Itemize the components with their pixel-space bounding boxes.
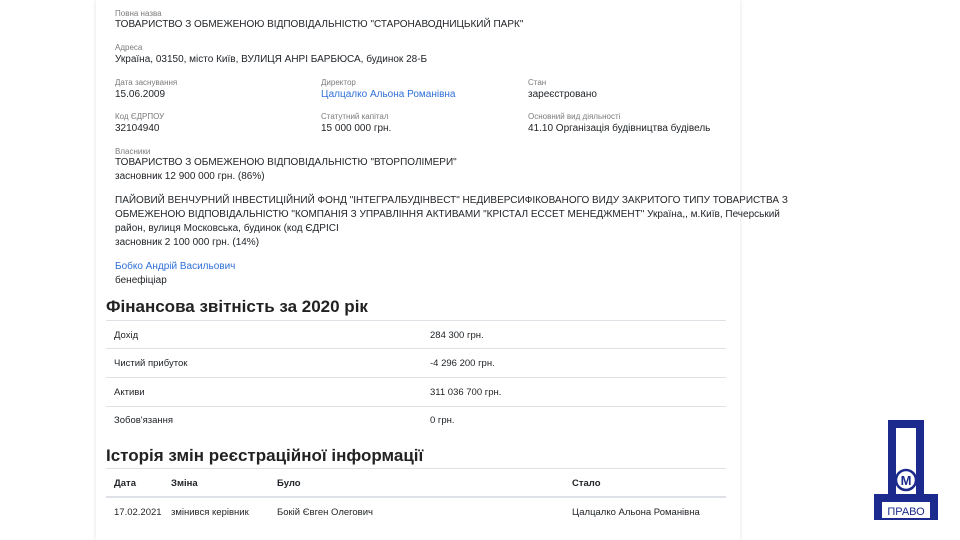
beneficiary-link[interactable]: Бобко Андрій Васильович — [115, 260, 235, 274]
pravo-logo: М ПРАВО — [874, 420, 938, 520]
finance-title: Фінансова звітність за 2020 рік — [106, 297, 368, 316]
edrpou-value: 32104940 — [115, 123, 160, 134]
row-divider — [106, 406, 726, 407]
row-divider — [106, 348, 726, 349]
address-label: Адреса — [115, 43, 143, 52]
history-header-after: Стало — [572, 478, 601, 489]
history-divider — [106, 468, 726, 469]
full-name-value: ТОВАРИСТВО З ОБМЕЖЕНОЮ ВІДПОВІДАЛЬНІСТЮ … — [115, 19, 524, 30]
owners-label: Власники — [115, 147, 151, 156]
history-row-after-link[interactable]: Цалцалко Альона Романівна — [572, 507, 700, 518]
owner1-name: ТОВАРИСТВО З ОБМЕЖЕНОЮ ВІДПОВІДАЛЬНІСТЮ … — [115, 157, 457, 168]
beneficiary-role: бенефіціар — [115, 275, 167, 286]
finance-row-label: Зобов'язання — [114, 415, 174, 426]
history-header-divider — [106, 496, 726, 498]
owner2-share: засновник 2 100 000 грн. (14%) — [115, 237, 260, 248]
status-value: зареєстровано — [528, 89, 597, 100]
edrpou-label: Код ЄДРПОУ — [115, 112, 165, 121]
activity-label: Основний вид діяльності — [528, 112, 621, 121]
row-divider — [106, 377, 726, 378]
owner2-name-line2: ОБМЕЖЕНОЮ ВІДПОВІДАЛЬНІСТЮ "КОМПАНІЯ З У… — [115, 209, 780, 220]
history-header-before: Було — [277, 478, 301, 489]
owner2-name-line3: район, вулиця Московська, будинок (код Є… — [115, 223, 339, 234]
finance-row-value: 284 300 грн. — [430, 330, 484, 341]
activity-value: 41.10 Організація будівництва будівель — [528, 123, 711, 134]
finance-row-value: 0 грн. — [430, 415, 455, 426]
finance-row-value: 311 036 700 грн. — [430, 387, 502, 398]
history-row-before-link[interactable]: Бокій Євген Олегович — [277, 507, 373, 518]
owner1-share: засновник 12 900 000 грн. (86%) — [115, 171, 265, 182]
finance-row-label: Дохід — [114, 330, 139, 341]
logo-monogram: М — [901, 473, 912, 488]
owner2-name-line1: ПАЙОВИЙ ВЕНЧУРНИЙ ІНВЕСТИЦІЙНИЙ ФОНД "ІН… — [115, 195, 788, 206]
history-row-change: змінився керівник — [171, 507, 249, 518]
finance-divider — [106, 320, 726, 321]
history-header-change: Зміна — [171, 478, 198, 489]
address-value: Україна, 03150, місто Київ, ВУЛИЦЯ АНРІ … — [115, 54, 428, 65]
founded-value: 15.06.2009 — [115, 89, 166, 100]
founded-label: Дата заснування — [115, 78, 178, 87]
capital-label: Статутний капітал — [321, 112, 389, 121]
full-name-label: Повна назва — [115, 9, 162, 18]
history-header-date: Дата — [114, 478, 136, 489]
finance-row-label: Активи — [114, 387, 145, 398]
status-label: Стан — [528, 78, 547, 87]
director-label: Директор — [321, 78, 356, 87]
finance-row-label: Чистий прибуток — [114, 358, 188, 369]
finance-row-value: -4 296 200 грн. — [430, 358, 495, 369]
history-row-date: 17.02.2021 — [114, 507, 162, 518]
director-link[interactable]: Цалцалко Альона Романівна — [321, 88, 455, 102]
capital-value: 15 000 000 грн. — [321, 123, 392, 134]
history-title: Історія змін реєстраційної інформації — [106, 446, 424, 465]
logo-caption: ПРАВО — [887, 506, 925, 518]
